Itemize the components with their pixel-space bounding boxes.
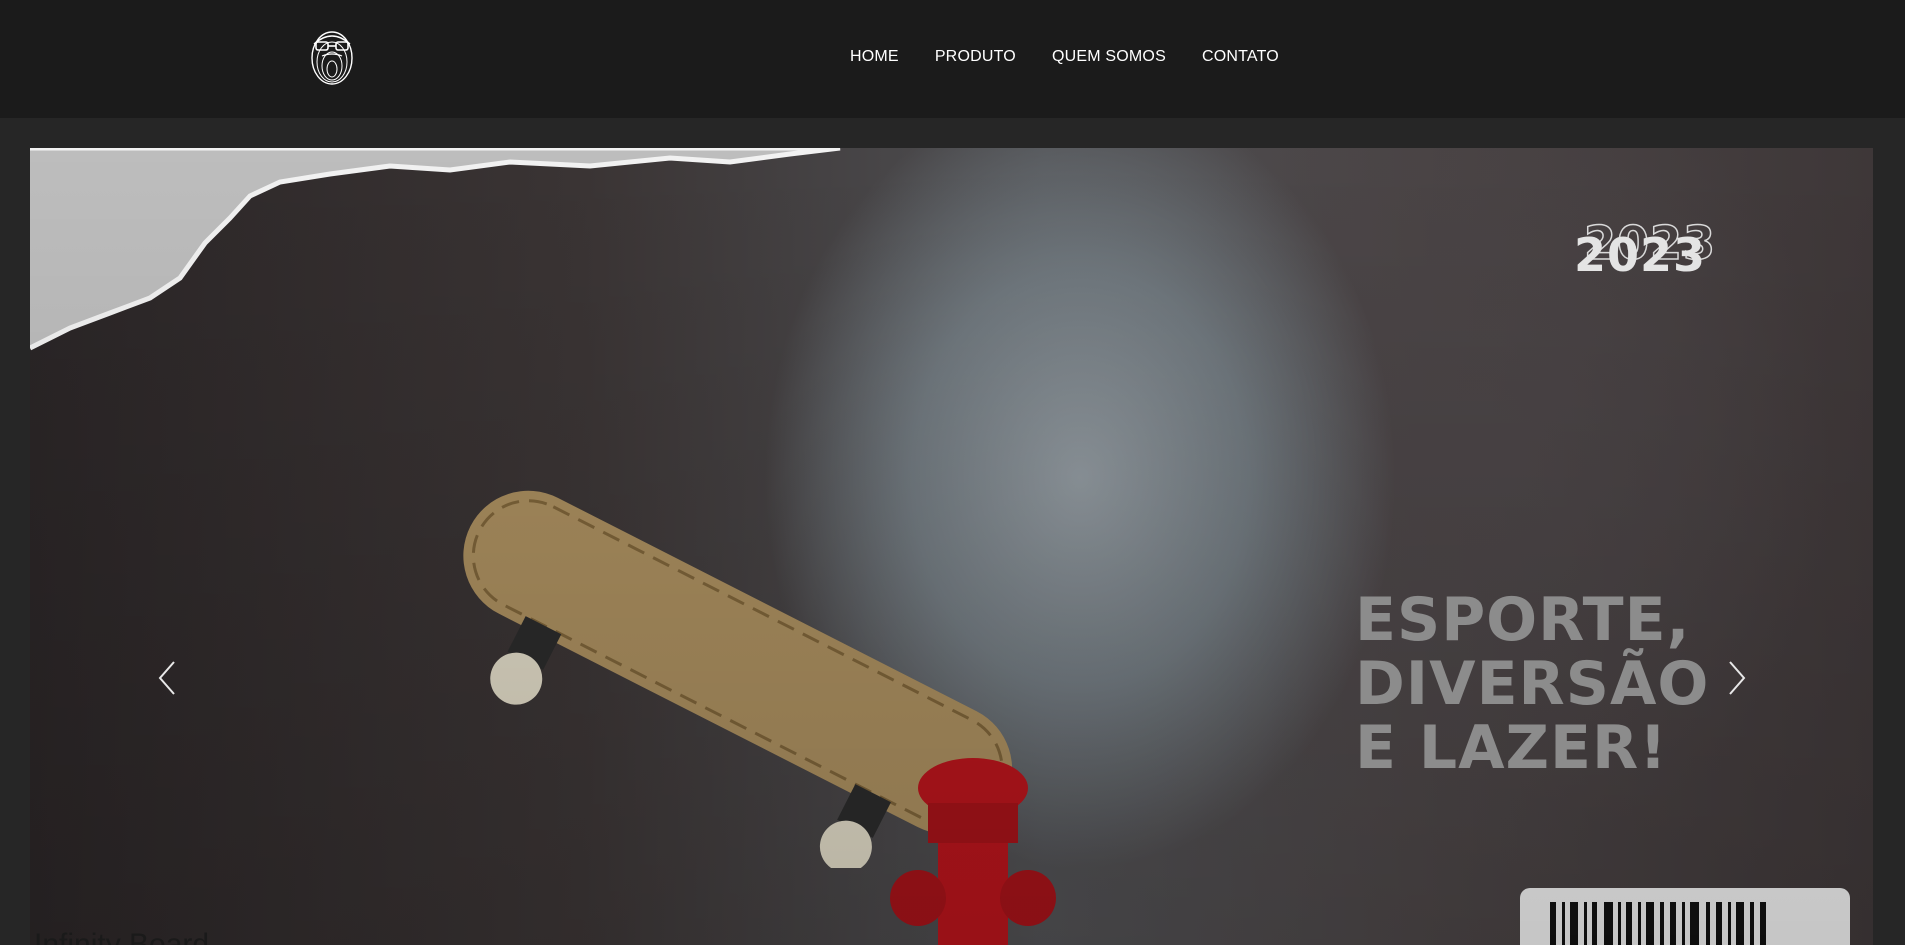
main-nav: HOME PRODUTO QUEM SOMOS CONTATO <box>850 47 1279 67</box>
nav-quem-somos-link[interactable]: QUEM SOMOS <box>1052 47 1166 67</box>
nav-produto-link[interactable]: PRODUTO <box>935 47 1016 67</box>
hero-slogan: ESPORTE, DIVERSÃO E LAZER! <box>1355 585 1710 783</box>
hero-carousel: 2023 2023 ESPORTE, DIVERSÃO E LAZER! Inf… <box>30 148 1873 945</box>
nav-home-link[interactable]: HOME <box>850 47 899 67</box>
site-header: HOME PRODUTO QUEM SOMOS CONTATO <box>0 0 1905 118</box>
carousel-next-button[interactable] <box>1720 648 1756 708</box>
year-text: 2023 <box>1574 228 1707 282</box>
hero-caption: Infinity Board <box>34 928 210 945</box>
logo-icon[interactable] <box>306 22 358 86</box>
carousel-prev-button[interactable] <box>148 648 184 708</box>
fingerprint-face-icon <box>311 31 353 85</box>
chevron-right-icon <box>1729 661 1746 695</box>
nav-contato-link[interactable]: CONTATO <box>1202 47 1279 67</box>
chevron-left-icon <box>158 661 175 695</box>
year-badge: 2023 2023 <box>1574 215 1744 294</box>
